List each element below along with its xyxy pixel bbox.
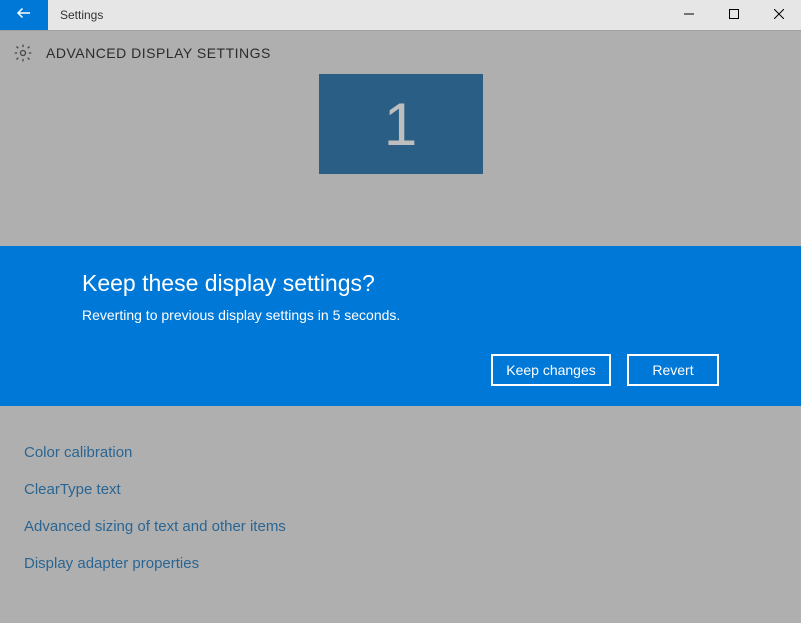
- monitor-tile-1[interactable]: 1: [319, 74, 483, 174]
- minimize-button[interactable]: [666, 0, 711, 30]
- gear-icon: [12, 42, 34, 64]
- close-icon: [774, 6, 784, 24]
- minimize-icon: [684, 6, 694, 24]
- dialog-buttons: Keep changes Revert: [82, 354, 719, 386]
- window-title: Settings: [48, 8, 666, 22]
- maximize-icon: [729, 6, 739, 24]
- page-header: ADVANCED DISPLAY SETTINGS: [0, 30, 801, 74]
- back-button[interactable]: [0, 0, 48, 30]
- monitor-number: 1: [384, 90, 417, 159]
- link-advanced-sizing[interactable]: Advanced sizing of text and other items: [24, 508, 777, 545]
- back-arrow-icon: [15, 4, 33, 27]
- link-color-calibration[interactable]: Color calibration: [24, 434, 777, 471]
- revert-button[interactable]: Revert: [627, 354, 719, 386]
- confirm-dialog: Keep these display settings? Reverting t…: [0, 246, 801, 406]
- dialog-title: Keep these display settings?: [82, 270, 719, 297]
- keep-changes-button[interactable]: Keep changes: [491, 354, 611, 386]
- related-links: Color calibration ClearType text Advance…: [0, 404, 801, 582]
- monitor-preview-area: 1: [0, 74, 801, 174]
- window-controls: [666, 0, 801, 30]
- titlebar: Settings: [0, 0, 801, 30]
- dialog-message: Reverting to previous display settings i…: [82, 307, 719, 323]
- link-cleartype[interactable]: ClearType text: [24, 471, 777, 508]
- close-button[interactable]: [756, 0, 801, 30]
- link-adapter-properties[interactable]: Display adapter properties: [24, 545, 777, 582]
- page-title: ADVANCED DISPLAY SETTINGS: [46, 45, 271, 61]
- maximize-button[interactable]: [711, 0, 756, 30]
